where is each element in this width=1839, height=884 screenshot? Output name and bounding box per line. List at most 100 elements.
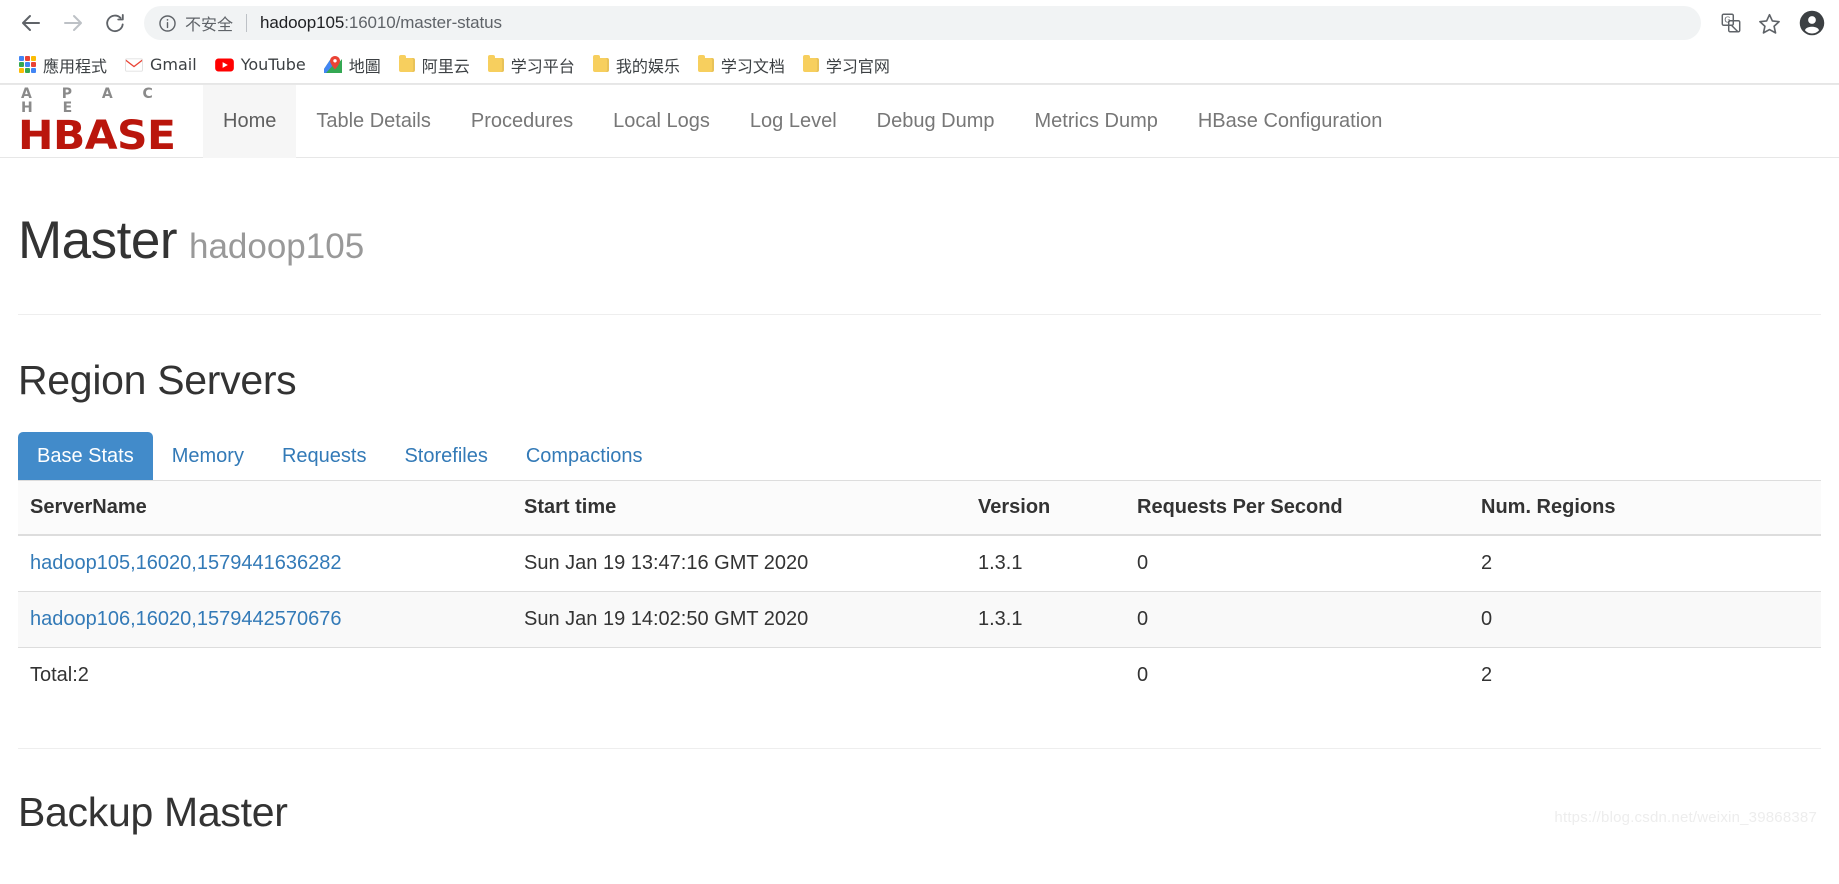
- gmail-icon: [125, 57, 143, 72]
- bookmark-folder-1[interactable]: 阿里云: [390, 49, 479, 81]
- table-row: hadoop106,16020,1579442570676 Sun Jan 19…: [18, 590, 1821, 648]
- bookmarks-bar: 應用程式 Gmail YouTube 地圖 阿里云 学习平台 我的娱乐 学习文档…: [0, 46, 1839, 84]
- url-host: hadoop105: [260, 13, 345, 32]
- bookmark-label: YouTube: [240, 55, 306, 74]
- apps-grid-icon: [19, 56, 36, 73]
- master-hostname: hadoop105: [188, 227, 365, 266]
- bookmark-folder-2[interactable]: 学习平台: [479, 49, 584, 81]
- tab-memory[interactable]: Memory: [153, 432, 263, 480]
- region-servers-table: ServerName Start time Version Requests P…: [18, 480, 1821, 703]
- column-header-num-regions[interactable]: Num. Regions: [1469, 480, 1821, 536]
- bookmark-maps[interactable]: 地圖: [315, 49, 390, 81]
- bookmark-label: 学习文档: [720, 56, 785, 76]
- nav-item-hbase-configuration[interactable]: HBase Configuration: [1178, 85, 1403, 158]
- cell-servername: hadoop105,16020,1579441636282: [18, 534, 512, 592]
- bookmark-gmail[interactable]: Gmail: [116, 51, 206, 78]
- info-circle-icon[interactable]: [158, 14, 177, 33]
- site-navbar: A P A C H E HBASE Home Table Details Pro…: [0, 84, 1839, 158]
- logo-apache-text: A P A C H E: [21, 85, 166, 116]
- cell-version: 1.3.1: [966, 590, 1125, 648]
- address-bar[interactable]: 不安全 hadoop105:16010/master-status: [144, 6, 1701, 40]
- region-servers-title: Region Servers: [18, 356, 297, 403]
- cell-start-time: Sun Jan 19 14:02:50 GMT 2020: [512, 590, 966, 648]
- page-content: Master hadoop105 Region Servers Base Stat…: [0, 158, 1839, 836]
- table-total-row: Total:2 0 2: [18, 646, 1821, 703]
- toolbar-actions: G: [1711, 5, 1829, 41]
- server-link[interactable]: hadoop105,16020,1579441636282: [30, 552, 341, 574]
- bookmark-folder-3[interactable]: 我的娱乐: [584, 49, 689, 81]
- folder-icon: [592, 54, 609, 72]
- cell-total-label: Total:2: [18, 646, 512, 703]
- bookmark-label: 学习平台: [510, 56, 575, 76]
- bookmark-label: 應用程式: [43, 56, 108, 76]
- maps-icon: [323, 56, 342, 73]
- nav-item-log-level[interactable]: Log Level: [730, 85, 857, 158]
- cell-requests-per-second: 0: [1125, 590, 1469, 648]
- bookmark-folder-4[interactable]: 学习文档: [689, 49, 794, 81]
- region-servers-tabs: Base Stats Memory Requests Storefiles Co…: [18, 431, 1821, 481]
- cell-num-regions: 2: [1469, 534, 1821, 592]
- reload-button[interactable]: [94, 2, 136, 44]
- hbase-logo[interactable]: A P A C H E HBASE: [18, 87, 203, 156]
- watermark-text: https://blog.csdn.net/weixin_39868387: [1554, 808, 1817, 826]
- nav-item-procedures[interactable]: Procedures: [451, 85, 593, 158]
- back-button[interactable]: [10, 2, 52, 44]
- bookmark-label: 我的娱乐: [615, 56, 680, 76]
- omnibox-divider: [246, 14, 248, 32]
- table-head: ServerName Start time Version Requests P…: [18, 480, 1821, 536]
- profile-avatar[interactable]: [1795, 6, 1829, 40]
- bookmark-folder-5[interactable]: 学习官网: [794, 49, 899, 81]
- folder-icon: [487, 54, 504, 72]
- bookmark-label: 阿里云: [421, 56, 470, 76]
- table-row: hadoop105,16020,1579441636282 Sun Jan 19…: [18, 534, 1821, 592]
- cell-servername: hadoop106,16020,1579442570676: [18, 590, 512, 648]
- security-status-text: 不安全: [185, 15, 234, 34]
- page-title: Master hadoop105: [18, 158, 1821, 269]
- bookmark-youtube[interactable]: YouTube: [206, 51, 315, 78]
- bookmark-label: 学习官网: [825, 56, 890, 76]
- svg-text:G: G: [1724, 15, 1730, 25]
- cell-start-time: Sun Jan 19 13:47:16 GMT 2020: [512, 534, 966, 592]
- url-text: hadoop105:16010/master-status: [260, 13, 502, 33]
- nav-item-home[interactable]: Home: [203, 84, 297, 158]
- cell-num-regions: 0: [1469, 590, 1821, 648]
- browser-toolbar: 不安全 hadoop105:16010/master-status G: [0, 0, 1839, 46]
- tab-requests[interactable]: Requests: [263, 432, 386, 480]
- forward-arrow-icon: [61, 11, 85, 35]
- column-header-servername[interactable]: ServerName: [18, 480, 512, 536]
- cell-total-start-time: [512, 646, 966, 703]
- navbar-links: Home Table Details Procedures Local Logs…: [203, 84, 1403, 158]
- cell-total-version: [966, 646, 1125, 703]
- tab-base-stats[interactable]: Base Stats: [18, 431, 153, 480]
- cell-version: 1.3.1: [966, 534, 1125, 592]
- nav-item-local-logs[interactable]: Local Logs: [593, 85, 730, 158]
- folder-icon: [802, 54, 819, 72]
- server-link[interactable]: hadoop106,16020,1579442570676: [30, 608, 341, 630]
- nav-item-debug-dump[interactable]: Debug Dump: [857, 85, 1015, 158]
- bookmark-label: Gmail: [150, 55, 197, 74]
- bookmark-label: 地圖: [348, 56, 381, 76]
- column-header-requests-per-second[interactable]: Requests Per Second: [1125, 480, 1469, 536]
- browser-chrome: 不安全 hadoop105:16010/master-status G 應用程式…: [0, 0, 1839, 85]
- table-body: hadoop105,16020,1579441636282 Sun Jan 19…: [18, 534, 1821, 703]
- tab-storefiles[interactable]: Storefiles: [385, 432, 506, 480]
- cell-total-num-regions: 2: [1469, 646, 1821, 703]
- cell-total-requests-per-second: 0: [1125, 646, 1469, 703]
- bookmark-apps[interactable]: 應用程式: [10, 49, 116, 81]
- master-label: Master: [18, 211, 177, 270]
- cell-requests-per-second: 0: [1125, 534, 1469, 592]
- back-arrow-icon: [19, 11, 43, 35]
- backup-master-title: Backup Master: [18, 788, 288, 835]
- logo-hbase-text: HBASE: [18, 112, 176, 159]
- tab-compactions[interactable]: Compactions: [507, 432, 662, 480]
- nav-item-metrics-dump[interactable]: Metrics Dump: [1015, 85, 1178, 158]
- folder-icon: [398, 54, 415, 72]
- forward-button[interactable]: [52, 2, 94, 44]
- url-path: :16010/master-status: [344, 13, 502, 32]
- column-header-start-time[interactable]: Start time: [512, 480, 966, 536]
- translate-icon[interactable]: G: [1713, 5, 1749, 41]
- bookmark-star-icon[interactable]: [1751, 5, 1787, 41]
- folder-icon: [697, 54, 714, 72]
- column-header-version[interactable]: Version: [966, 480, 1125, 536]
- nav-item-table-details[interactable]: Table Details: [296, 85, 451, 158]
